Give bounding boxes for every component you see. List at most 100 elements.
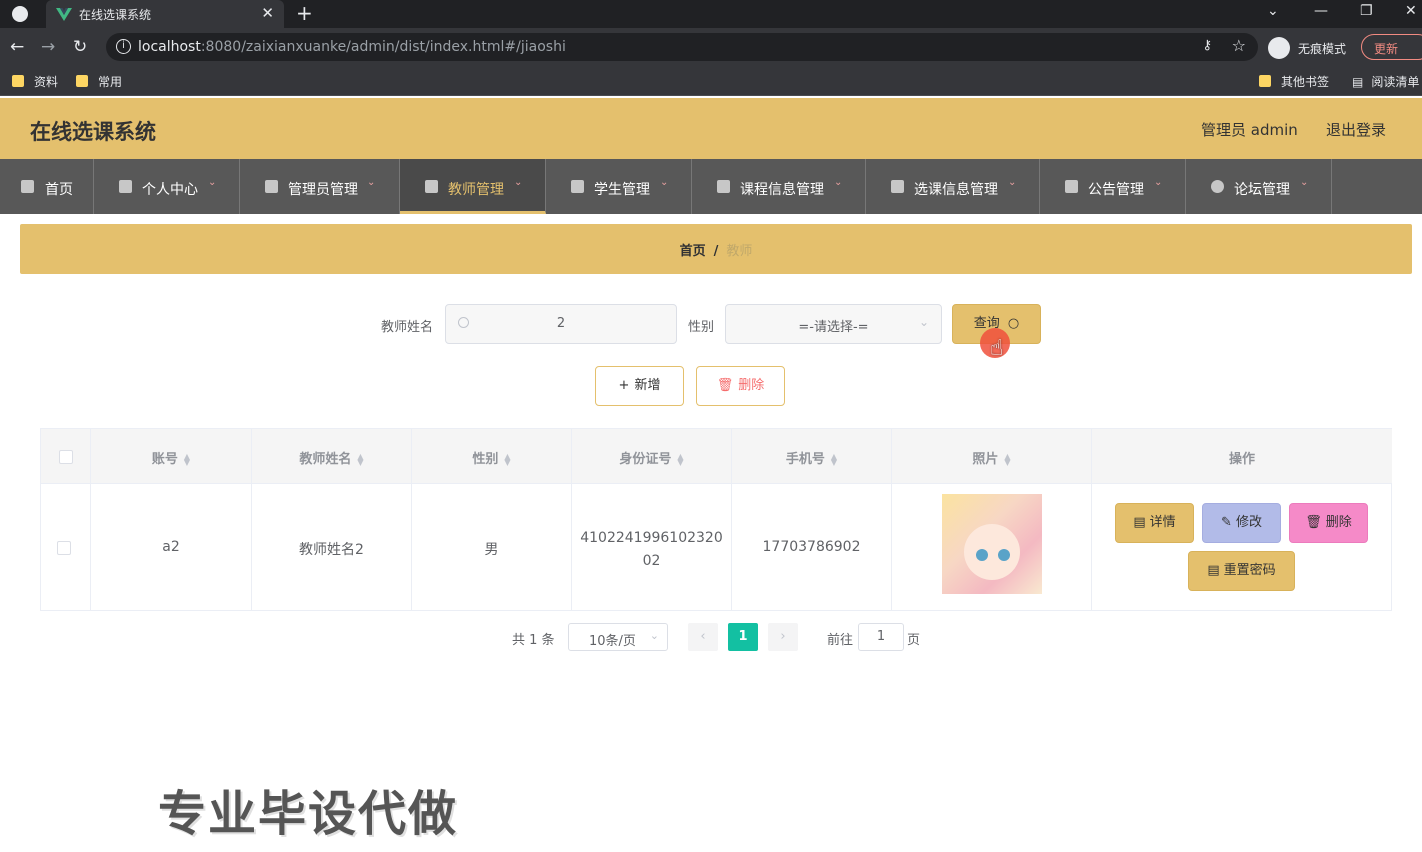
sort-icon[interactable]: ▲ ▼ [831, 452, 837, 466]
nav-item-home[interactable]: 首页 [0, 159, 94, 214]
close-tab-icon[interactable]: ✕ [261, 4, 274, 22]
gender-label: 性别 [688, 320, 715, 335]
row-delete-button[interactable]: 🗑 删除 [1289, 503, 1368, 543]
restore-icon[interactable]: ❐ [1360, 3, 1373, 19]
edit-icon: ✎ [1221, 515, 1232, 530]
column-header-photo[interactable]: 照片 ▲ ▼ [892, 429, 1092, 484]
nav-item-selection[interactable]: 选课信息管理 ⌄ [866, 159, 1040, 214]
document-icon: ▤ [1133, 515, 1146, 530]
column-header-id-number[interactable]: 身份证号 ▲ ▼ [572, 429, 732, 484]
password-key-icon[interactable]: ⚷ [1202, 38, 1212, 53]
breadcrumb-home[interactable]: 首页 [680, 244, 706, 259]
app-header: 在线选课系统 管理员 admin 退出登录 [0, 98, 1422, 159]
nav-label: 论坛管理 [1234, 182, 1290, 198]
nav-item-teacher[interactable]: 教师管理 ⌄ [400, 159, 546, 214]
folder-icon [1259, 75, 1271, 87]
window-close-icon[interactable]: ✕ [1405, 3, 1417, 19]
bookmark-star-icon[interactable]: ☆ [1232, 36, 1246, 55]
sort-icon[interactable]: ▲ ▼ [357, 452, 363, 466]
chevron-down-icon: ⌄ [367, 177, 376, 188]
chevron-down-icon: ⌄ [1154, 177, 1163, 188]
sort-icon[interactable]: ▲ ▼ [184, 452, 190, 466]
reading-list-icon: ▤ [1352, 75, 1364, 89]
logout-link[interactable]: 退出登录 [1326, 119, 1386, 140]
notice-icon [1065, 180, 1078, 193]
nav-label: 首页 [45, 182, 73, 198]
next-page-button[interactable]: › [768, 623, 798, 651]
reading-list[interactable]: ▤ 阅读清单 [1352, 73, 1419, 90]
cell-name: 教师姓名2 [252, 484, 412, 611]
nav-item-student[interactable]: 学生管理 ⌄ [546, 159, 692, 214]
nav-item-forum[interactable]: 论坛管理 ⌄ [1186, 159, 1332, 214]
teacher-photo [942, 494, 1042, 594]
add-button[interactable]: + 新增 [595, 366, 684, 406]
cell-account: a2 [91, 484, 252, 611]
briefcase-icon [265, 180, 278, 193]
reset-password-button[interactable]: ▤ 重置密码 [1188, 551, 1295, 591]
home-icon [21, 180, 34, 193]
back-icon[interactable]: ← [10, 37, 24, 57]
pagination-total: 共 1 条 [512, 633, 555, 648]
browser-tab[interactable]: 在线选课系统 ✕ [46, 0, 284, 28]
app-title: 在线选课系统 [30, 120, 156, 144]
books-icon [891, 180, 904, 193]
browser-tab-strip: 在线选课系统 ✕ + ⌄ — ❐ ✕ [0, 0, 1422, 28]
site-info-icon[interactable]: i [116, 39, 131, 54]
address-bar[interactable]: i localhost:8080/zaixianxuanke/admin/dis… [106, 33, 1258, 61]
bookmark-folder-2[interactable]: 常用 [76, 73, 122, 90]
forward-icon[interactable]: → [41, 37, 55, 57]
cell-id-number: 4102241996102320 02 [572, 484, 732, 611]
current-user: 管理员 admin [1201, 121, 1298, 139]
gender-select[interactable]: =-请选择-= ⌄ [725, 304, 942, 344]
column-header-name[interactable]: 教师姓名 ▲ ▼ [252, 429, 412, 484]
page-size-select[interactable]: 10条/页 ⌄ [568, 623, 668, 651]
user-icon [119, 180, 132, 193]
column-header-gender[interactable]: 性别 ▲ ▼ [412, 429, 572, 484]
goto-page-input[interactable]: 1 [858, 623, 904, 651]
sort-icon[interactable]: ▲ ▼ [677, 452, 683, 466]
other-bookmarks[interactable]: 其他书签 [1259, 73, 1329, 90]
sort-icon[interactable]: ▲ ▼ [1004, 452, 1010, 466]
row-checkbox[interactable] [57, 541, 71, 555]
nav-item-notice[interactable]: 公告管理 ⌄ [1040, 159, 1186, 214]
edit-button[interactable]: ✎ 修改 [1202, 503, 1281, 543]
trash-icon: 🗑 [1305, 515, 1322, 530]
goto-label: 前往 [827, 633, 854, 648]
browser-tab-title: 在线选课系统 [79, 8, 152, 22]
column-header-actions: 操作 [1092, 429, 1392, 484]
nav-label: 教师管理 [448, 182, 504, 198]
nav-label: 课程信息管理 [740, 182, 824, 198]
column-header-account[interactable]: 账号 ▲ ▼ [91, 429, 252, 484]
page-suffix: 页 [907, 633, 921, 648]
teacher-name-input[interactable]: 2 [445, 304, 677, 344]
select-all-checkbox[interactable] [59, 450, 73, 464]
prev-page-button[interactable]: ‹ [688, 623, 718, 651]
chevron-down-icon: ⌄ [660, 177, 669, 188]
nav-label: 公告管理 [1088, 182, 1144, 198]
tab-search-icon[interactable]: ⌄ [1267, 3, 1279, 19]
main-nav: 首页 个人中心 ⌄ 管理员管理 ⌄ 教师管理 ⌄ 学生管理 ⌄ 课程信息管理 ⌄… [0, 159, 1422, 214]
nav-item-profile[interactable]: 个人中心 ⌄ [94, 159, 240, 214]
update-button[interactable]: 更新 [1361, 34, 1422, 60]
breadcrumb: 首页 / 教师 [20, 224, 1412, 274]
new-tab-icon[interactable]: + [296, 2, 313, 24]
chevron-down-icon: ⌄ [208, 177, 217, 188]
chevron-down-icon: ⌄ [649, 629, 659, 642]
breadcrumb-separator: / [713, 244, 719, 259]
plus-icon: + [618, 378, 630, 393]
detail-button[interactable]: ▤ 详情 [1115, 503, 1194, 543]
minimize-icon[interactable]: — [1314, 3, 1328, 19]
chevron-down-icon: ⌄ [918, 315, 929, 329]
browser-menu-icon[interactable] [12, 6, 28, 22]
nav-item-admin[interactable]: 管理员管理 ⌄ [240, 159, 400, 214]
nav-item-course[interactable]: 课程信息管理 ⌄ [692, 159, 866, 214]
page-number-current[interactable]: 1 [728, 623, 758, 651]
sort-icon[interactable]: ▲ ▼ [504, 452, 510, 466]
search-icon: ○ [1007, 316, 1020, 331]
reload-icon[interactable]: ↻ [73, 37, 87, 57]
column-header-phone[interactable]: 手机号 ▲ ▼ [732, 429, 892, 484]
nav-label: 管理员管理 [288, 182, 358, 198]
batch-delete-button[interactable]: 🗑 删除 [696, 366, 785, 406]
vue-logo-icon [56, 8, 72, 21]
bookmark-folder-1[interactable]: 资料 [12, 73, 58, 90]
